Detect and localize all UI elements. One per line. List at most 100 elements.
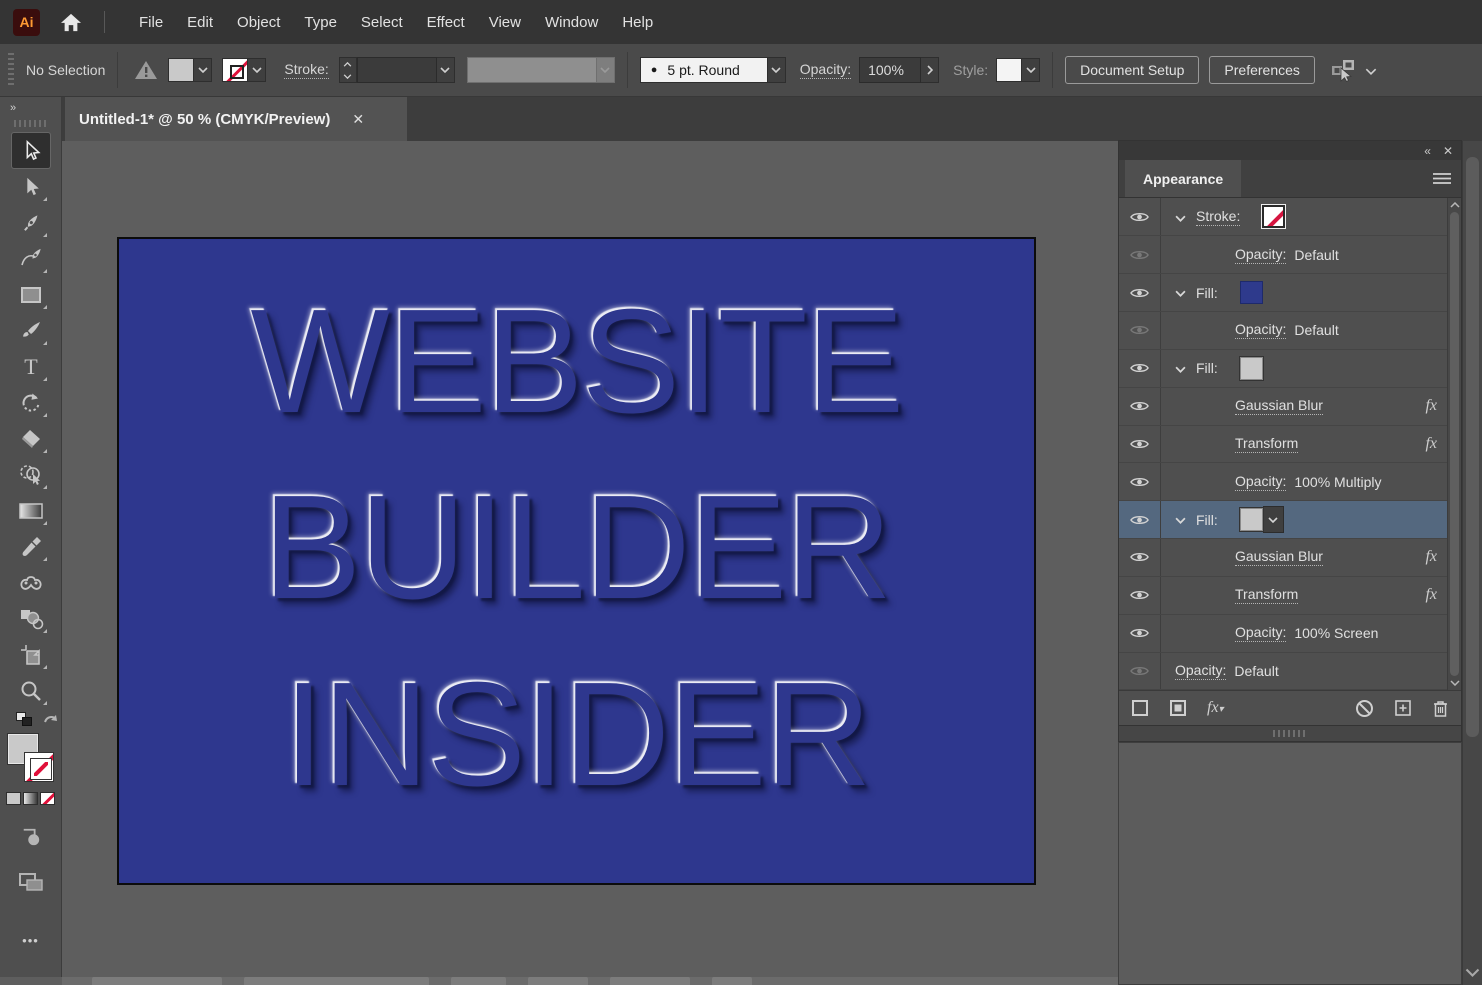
scroll-down-icon[interactable]	[1465, 968, 1480, 977]
row-body[interactable]: Opacity:Default	[1161, 653, 1447, 690]
chevron-down-icon[interactable]	[194, 58, 212, 82]
eyedropper-tool-icon[interactable]	[12, 529, 50, 564]
appearance-row[interactable]: Opacity:100% Screen	[1119, 615, 1447, 653]
chevron-down-icon[interactable]	[768, 57, 786, 83]
stroke-weight-stepper[interactable]	[339, 57, 357, 83]
preferences-button[interactable]: Preferences	[1209, 56, 1314, 84]
appearance-row[interactable]: Opacity:100% Multiply	[1119, 463, 1447, 501]
close-panel-icon[interactable]: ✕	[1443, 144, 1453, 158]
edit-toolbar-icon[interactable]: •••	[12, 923, 50, 958]
appearance-row[interactable]: Fill:	[1119, 350, 1447, 388]
app-logo-icon[interactable]: Ai	[13, 9, 40, 36]
stroke-color-control[interactable]	[222, 58, 266, 82]
paintbrush-tool-icon[interactable]	[12, 313, 50, 348]
none-swatch[interactable]	[1262, 205, 1285, 228]
style-control[interactable]	[996, 58, 1040, 82]
chevron-right-icon[interactable]	[921, 57, 939, 83]
gradient-tool-icon[interactable]	[12, 493, 50, 528]
visibility-eye-icon[interactable]	[1119, 463, 1161, 500]
visibility-eye-icon[interactable]	[1119, 539, 1161, 576]
eraser-tool-icon[interactable]	[12, 421, 50, 456]
toolbar-grip[interactable]	[14, 120, 48, 127]
menu-type[interactable]: Type	[292, 4, 349, 41]
pen-tool-icon[interactable]	[12, 205, 50, 240]
panel-resize-grip[interactable]	[1119, 725, 1461, 741]
direct-selection-tool-icon[interactable]	[12, 169, 50, 204]
color-button[interactable]	[6, 792, 21, 805]
menu-window[interactable]: Window	[533, 4, 610, 41]
fill-stroke-indicator[interactable]	[8, 734, 54, 782]
tab-appearance[interactable]: Appearance	[1125, 160, 1241, 197]
chevron-down-icon[interactable]	[1022, 58, 1040, 82]
visibility-eye-icon[interactable]	[1119, 577, 1161, 614]
document-tab[interactable]: Untitled-1* @ 50 % (CMYK/Preview) ✕	[65, 97, 407, 141]
color-swatch[interactable]	[1240, 508, 1263, 531]
stroke-weight-label[interactable]: Stroke:	[284, 61, 328, 79]
clear-appearance-icon[interactable]	[1355, 699, 1374, 718]
chevron-down-icon[interactable]	[1175, 360, 1186, 376]
document-vscrollbar[interactable]	[1462, 141, 1482, 985]
visibility-eye-icon[interactable]	[1119, 426, 1161, 463]
fx-icon[interactable]: fx	[1425, 548, 1437, 566]
menu-help[interactable]: Help	[610, 4, 665, 41]
visibility-eye-icon[interactable]	[1119, 653, 1161, 690]
curvature-tool-icon[interactable]	[12, 241, 50, 276]
scroll-down-icon[interactable]	[1450, 680, 1460, 686]
opacity-label[interactable]: Opacity:	[800, 61, 851, 79]
visibility-eye-icon[interactable]	[1119, 501, 1161, 538]
default-fill-stroke-icon[interactable]	[16, 712, 32, 726]
add-new-stroke-icon[interactable]	[1131, 699, 1149, 717]
type-tool-icon[interactable]: T	[12, 349, 50, 384]
rectangle-tool-icon[interactable]	[12, 277, 50, 312]
appearance-row[interactable]: Stroke:	[1119, 198, 1447, 236]
artboard[interactable]: WEBSITE BUILDER INSIDER	[117, 237, 1036, 885]
draw-mode-icon[interactable]	[12, 819, 50, 854]
scroll-up-icon[interactable]	[1450, 202, 1460, 208]
menu-select[interactable]: Select	[349, 4, 415, 41]
row-body[interactable]: Gaussian Blurfx	[1161, 388, 1447, 425]
style-swatch[interactable]	[996, 58, 1022, 82]
collapse-panel-icon[interactable]: «	[1424, 144, 1431, 158]
add-new-fill-icon[interactable]	[1169, 699, 1187, 717]
fill-color-control[interactable]	[168, 58, 212, 82]
row-body[interactable]: Opacity:100% Multiply	[1161, 463, 1447, 500]
visibility-eye-icon[interactable]	[1119, 236, 1161, 273]
shape-builder-tool-icon[interactable]	[12, 457, 50, 492]
select-similar-icon[interactable]	[1329, 58, 1359, 82]
visibility-eye-icon[interactable]	[1119, 350, 1161, 387]
home-icon[interactable]	[60, 12, 82, 32]
close-icon[interactable]: ✕	[352, 111, 364, 128]
chevron-down-icon[interactable]	[1263, 506, 1284, 533]
zoom-tool-icon[interactable]	[12, 673, 50, 708]
stroke-weight-input[interactable]	[357, 57, 437, 83]
visibility-eye-icon[interactable]	[1119, 312, 1161, 349]
visibility-eye-icon[interactable]	[1119, 615, 1161, 652]
appearance-row[interactable]: Opacity:Default	[1119, 312, 1447, 350]
row-body[interactable]: Opacity:Default	[1161, 236, 1447, 273]
menu-effect[interactable]: Effect	[415, 4, 477, 41]
appearance-row[interactable]: Transformfx	[1119, 426, 1447, 464]
symbols-tool-icon[interactable]	[12, 601, 50, 636]
opacity-input[interactable]: 100%	[859, 57, 921, 83]
visibility-eye-icon[interactable]	[1119, 274, 1161, 311]
row-body[interactable]: Fill:	[1161, 350, 1447, 387]
duplicate-item-icon[interactable]	[1394, 699, 1412, 717]
row-body[interactable]: Fill:	[1161, 274, 1447, 311]
fx-icon[interactable]: fx	[1425, 586, 1437, 604]
row-body[interactable]: Opacity:Default	[1161, 312, 1447, 349]
add-new-effect-icon[interactable]: fx▾	[1207, 699, 1224, 717]
chevron-down-icon[interactable]	[1175, 512, 1186, 528]
appearance-row[interactable]: Transformfx	[1119, 577, 1447, 615]
visibility-eye-icon[interactable]	[1119, 198, 1161, 235]
fx-icon[interactable]: fx	[1425, 435, 1437, 453]
delete-item-icon[interactable]	[1432, 699, 1449, 718]
row-body[interactable]: Fill:	[1161, 501, 1447, 538]
document-setup-button[interactable]: Document Setup	[1065, 56, 1199, 84]
fx-icon[interactable]: fx	[1425, 397, 1437, 415]
menu-view[interactable]: View	[477, 4, 533, 41]
expand-panel-icon[interactable]: »	[0, 97, 17, 116]
row-body[interactable]: Transformfx	[1161, 426, 1447, 463]
color-swatch[interactable]	[1240, 357, 1263, 380]
chevron-down-icon[interactable]	[437, 57, 455, 83]
panel-menu-icon[interactable]	[1433, 170, 1451, 188]
